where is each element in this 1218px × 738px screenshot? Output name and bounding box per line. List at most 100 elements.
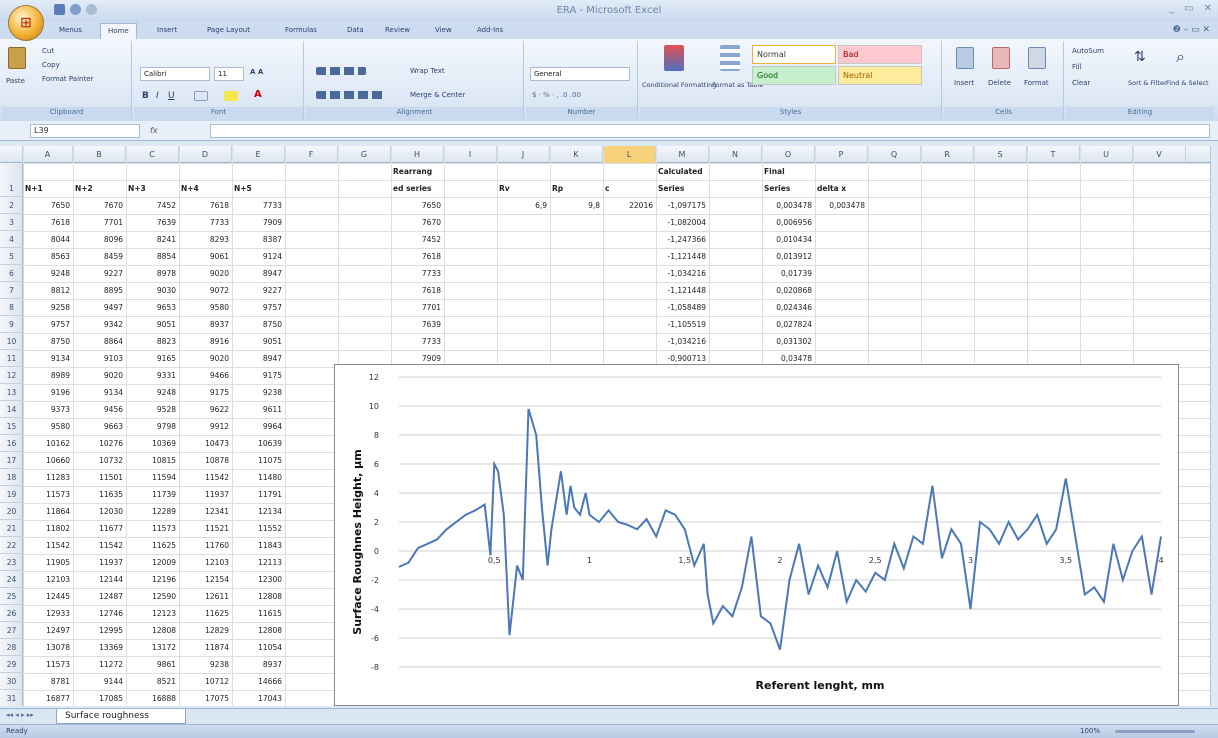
cell[interactable]: 10878 [181,452,229,469]
column-header-L[interactable]: L [603,146,656,163]
cell[interactable]: 9580 [181,299,229,316]
cell[interactable]: 11054 [234,639,282,656]
column-header-G[interactable]: G [338,146,391,163]
cell[interactable]: -1,247366 [658,231,707,248]
cell[interactable]: 10473 [181,435,229,452]
cell[interactable]: 8387 [234,231,282,248]
cell[interactable]: 8947 [234,265,282,282]
row-header[interactable]: 22 [0,537,23,554]
cell[interactable]: 9238 [234,384,282,401]
row-header[interactable]: 21 [0,520,23,537]
row-header[interactable]: 24 [0,571,23,588]
cell[interactable]: 7909 [234,214,282,231]
cell[interactable]: 8864 [75,333,123,350]
cell[interactable]: 11573 [25,486,70,503]
style-normal[interactable]: Normal [752,45,836,64]
row-header[interactable]: 27 [0,622,23,639]
cell[interactable]: 9248 [25,265,70,282]
cell[interactable]: N+1 [25,180,70,197]
cell[interactable]: 8937 [181,316,229,333]
cell[interactable]: 17043 [234,690,282,706]
row-header[interactable]: 13 [0,384,23,401]
cell[interactable]: 7650 [393,197,441,214]
cell[interactable]: 9124 [234,248,282,265]
cell[interactable]: Series [658,180,706,197]
cell[interactable]: 0,027824 [764,316,812,333]
cell[interactable]: 11843 [234,537,282,554]
delete-cells-button[interactable]: Delete [988,79,1011,87]
cell[interactable]: delta x [817,180,865,197]
column-header-C[interactable]: C [126,146,179,163]
column-header-S[interactable]: S [974,146,1027,163]
cell[interactable]: 12487 [75,588,123,605]
cell[interactable]: Final [764,163,812,180]
cell[interactable]: 9020 [181,265,229,282]
cell[interactable]: 7639 [393,316,441,333]
cell[interactable]: -1,097175 [658,197,707,214]
cell[interactable]: 9331 [128,367,176,384]
row-header[interactable]: 20 [0,503,23,520]
cell[interactable]: 9072 [181,282,229,299]
column-header-A[interactable]: A [23,146,73,163]
row-header[interactable]: 6 [0,265,23,282]
cell[interactable]: 11615 [234,605,282,622]
cell[interactable]: 12808 [234,622,282,639]
cell[interactable]: -1,121448 [658,282,707,299]
cell[interactable]: 9663 [75,418,123,435]
row-header[interactable]: 11 [0,350,23,367]
cell[interactable]: 9020 [75,367,123,384]
cell[interactable]: 8044 [25,231,70,248]
close-icon[interactable]: ✕ [1204,3,1212,14]
cell[interactable]: -1,121448 [658,248,707,265]
cell[interactable]: 11635 [75,486,123,503]
column-header-F[interactable]: F [285,146,338,163]
underline-button[interactable]: U [168,91,175,101]
cell[interactable]: 11677 [75,520,123,537]
cell[interactable]: -1,034216 [658,333,707,350]
row-header[interactable]: 12 [0,367,23,384]
row-header[interactable]: 30 [0,673,23,690]
style-neutral[interactable]: Neutral [838,66,922,85]
cell[interactable]: 9103 [75,350,123,367]
cell[interactable]: 11542 [25,537,70,554]
cell[interactable]: 9227 [234,282,282,299]
cell[interactable]: 0,013912 [764,248,812,265]
column-header-U[interactable]: U [1080,146,1133,163]
format-painter-button[interactable]: Format Painter [42,75,93,83]
tab-data[interactable]: Data [340,25,371,35]
cell[interactable]: 7733 [393,265,441,282]
cell[interactable]: c [605,180,653,197]
conditional-formatting-icon[interactable] [664,45,684,71]
clear-button[interactable]: Clear [1072,79,1090,87]
cell[interactable]: 9238 [181,656,229,673]
bold-button[interactable]: B [142,91,149,101]
cell[interactable]: 12300 [234,571,282,588]
cell[interactable]: 9175 [234,367,282,384]
cell[interactable]: 11760 [181,537,229,554]
sort-filter-button[interactable]: Sort & Filter [1128,79,1167,87]
cell[interactable]: 9964 [234,418,282,435]
cell[interactable]: Rp [552,180,600,197]
cell[interactable]: 14666 [234,673,282,690]
cell[interactable]: 7650 [25,197,70,214]
cell[interactable]: 10639 [234,435,282,452]
row-header[interactable]: 7 [0,282,23,299]
cell[interactable]: 0,003478 [764,197,812,214]
cell[interactable]: 9258 [25,299,70,316]
cell[interactable]: 12497 [25,622,70,639]
column-header-D[interactable]: D [179,146,232,163]
row-header[interactable]: 1 [0,163,23,197]
cell[interactable]: 8854 [128,248,176,265]
row-header[interactable]: 31 [0,690,23,706]
cell[interactable]: 9798 [128,418,176,435]
tab-home[interactable]: Home [100,23,137,39]
cell[interactable]: N+4 [181,180,229,197]
column-header-P[interactable]: P [815,146,868,163]
cell[interactable]: 12123 [128,605,176,622]
cell[interactable]: 11874 [181,639,229,656]
cell[interactable]: 9757 [25,316,70,333]
cell[interactable]: Calculated [658,163,706,180]
tab-page-layout[interactable]: Page Layout [200,25,257,35]
font-name-select[interactable]: Calibri [140,67,210,81]
cell[interactable]: 9497 [75,299,123,316]
